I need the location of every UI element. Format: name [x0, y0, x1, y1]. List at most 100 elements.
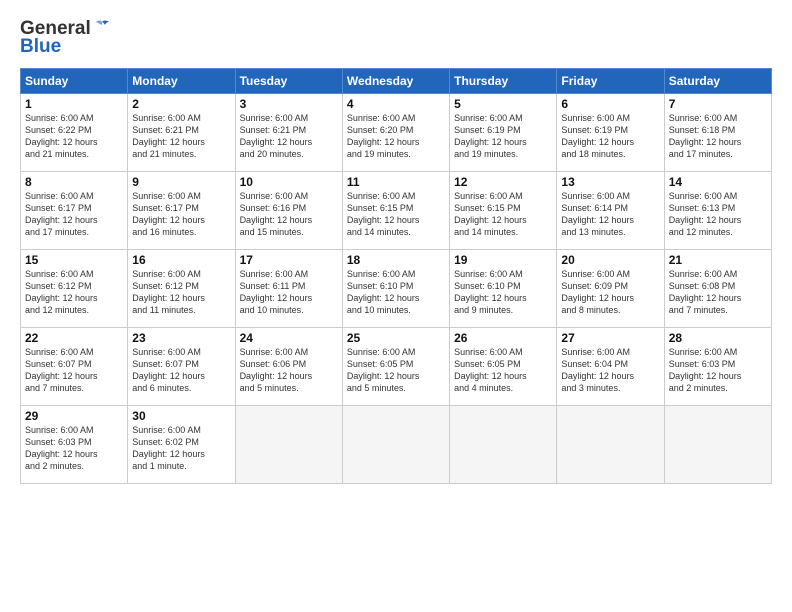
table-row: 7Sunrise: 6:00 AM Sunset: 6:18 PM Daylig… — [664, 94, 771, 172]
table-row: 14Sunrise: 6:00 AM Sunset: 6:13 PM Dayli… — [664, 172, 771, 250]
day-info: Sunrise: 6:00 AM Sunset: 6:15 PM Dayligh… — [347, 190, 445, 239]
table-row — [557, 406, 664, 484]
day-number: 13 — [561, 175, 659, 189]
day-number: 5 — [454, 97, 552, 111]
table-row: 20Sunrise: 6:00 AM Sunset: 6:09 PM Dayli… — [557, 250, 664, 328]
day-info: Sunrise: 6:00 AM Sunset: 6:11 PM Dayligh… — [240, 268, 338, 317]
day-info: Sunrise: 6:00 AM Sunset: 6:19 PM Dayligh… — [561, 112, 659, 161]
logo-bird-icon — [93, 20, 111, 34]
day-number: 21 — [669, 253, 767, 267]
col-wednesday: Wednesday — [342, 69, 449, 94]
day-number: 6 — [561, 97, 659, 111]
day-number: 27 — [561, 331, 659, 345]
table-row: 23Sunrise: 6:00 AM Sunset: 6:07 PM Dayli… — [128, 328, 235, 406]
col-sunday: Sunday — [21, 69, 128, 94]
table-row: 30Sunrise: 6:00 AM Sunset: 6:02 PM Dayli… — [128, 406, 235, 484]
table-row: 27Sunrise: 6:00 AM Sunset: 6:04 PM Dayli… — [557, 328, 664, 406]
table-row — [342, 406, 449, 484]
day-number: 9 — [132, 175, 230, 189]
day-info: Sunrise: 6:00 AM Sunset: 6:10 PM Dayligh… — [454, 268, 552, 317]
day-info: Sunrise: 6:00 AM Sunset: 6:07 PM Dayligh… — [25, 346, 123, 395]
day-info: Sunrise: 6:00 AM Sunset: 6:18 PM Dayligh… — [669, 112, 767, 161]
table-row: 25Sunrise: 6:00 AM Sunset: 6:05 PM Dayli… — [342, 328, 449, 406]
day-number: 23 — [132, 331, 230, 345]
day-number: 1 — [25, 97, 123, 111]
table-row: 2Sunrise: 6:00 AM Sunset: 6:21 PM Daylig… — [128, 94, 235, 172]
day-info: Sunrise: 6:00 AM Sunset: 6:08 PM Dayligh… — [669, 268, 767, 317]
day-number: 17 — [240, 253, 338, 267]
table-row: 28Sunrise: 6:00 AM Sunset: 6:03 PM Dayli… — [664, 328, 771, 406]
day-number: 11 — [347, 175, 445, 189]
table-row: 16Sunrise: 6:00 AM Sunset: 6:12 PM Dayli… — [128, 250, 235, 328]
day-info: Sunrise: 6:00 AM Sunset: 6:05 PM Dayligh… — [454, 346, 552, 395]
day-info: Sunrise: 6:00 AM Sunset: 6:09 PM Dayligh… — [561, 268, 659, 317]
day-number: 30 — [132, 409, 230, 423]
col-tuesday: Tuesday — [235, 69, 342, 94]
table-row: 29Sunrise: 6:00 AM Sunset: 6:03 PM Dayli… — [21, 406, 128, 484]
day-info: Sunrise: 6:00 AM Sunset: 6:07 PM Dayligh… — [132, 346, 230, 395]
day-info: Sunrise: 6:00 AM Sunset: 6:21 PM Dayligh… — [132, 112, 230, 161]
table-row: 18Sunrise: 6:00 AM Sunset: 6:10 PM Dayli… — [342, 250, 449, 328]
table-row: 3Sunrise: 6:00 AM Sunset: 6:21 PM Daylig… — [235, 94, 342, 172]
day-number: 14 — [669, 175, 767, 189]
day-number: 19 — [454, 253, 552, 267]
table-row: 9Sunrise: 6:00 AM Sunset: 6:17 PM Daylig… — [128, 172, 235, 250]
day-number: 10 — [240, 175, 338, 189]
col-monday: Monday — [128, 69, 235, 94]
table-row: 17Sunrise: 6:00 AM Sunset: 6:11 PM Dayli… — [235, 250, 342, 328]
col-friday: Friday — [557, 69, 664, 94]
day-info: Sunrise: 6:00 AM Sunset: 6:04 PM Dayligh… — [561, 346, 659, 395]
day-info: Sunrise: 6:00 AM Sunset: 6:06 PM Dayligh… — [240, 346, 338, 395]
day-number: 8 — [25, 175, 123, 189]
day-number: 7 — [669, 97, 767, 111]
table-row: 24Sunrise: 6:00 AM Sunset: 6:06 PM Dayli… — [235, 328, 342, 406]
calendar-header-row: Sunday Monday Tuesday Wednesday Thursday… — [21, 69, 772, 94]
day-info: Sunrise: 6:00 AM Sunset: 6:20 PM Dayligh… — [347, 112, 445, 161]
day-number: 12 — [454, 175, 552, 189]
logo-blue: Blue — [20, 36, 61, 58]
header: General Blue — [20, 18, 772, 58]
table-row: 22Sunrise: 6:00 AM Sunset: 6:07 PM Dayli… — [21, 328, 128, 406]
day-number: 24 — [240, 331, 338, 345]
day-info: Sunrise: 6:00 AM Sunset: 6:17 PM Dayligh… — [132, 190, 230, 239]
day-info: Sunrise: 6:00 AM Sunset: 6:02 PM Dayligh… — [132, 424, 230, 473]
table-row: 26Sunrise: 6:00 AM Sunset: 6:05 PM Dayli… — [450, 328, 557, 406]
calendar-week-row: 15Sunrise: 6:00 AM Sunset: 6:12 PM Dayli… — [21, 250, 772, 328]
day-info: Sunrise: 6:00 AM Sunset: 6:19 PM Dayligh… — [454, 112, 552, 161]
table-row: 4Sunrise: 6:00 AM Sunset: 6:20 PM Daylig… — [342, 94, 449, 172]
day-info: Sunrise: 6:00 AM Sunset: 6:16 PM Dayligh… — [240, 190, 338, 239]
day-number: 28 — [669, 331, 767, 345]
col-saturday: Saturday — [664, 69, 771, 94]
calendar-week-row: 22Sunrise: 6:00 AM Sunset: 6:07 PM Dayli… — [21, 328, 772, 406]
day-info: Sunrise: 6:00 AM Sunset: 6:22 PM Dayligh… — [25, 112, 123, 161]
table-row: 5Sunrise: 6:00 AM Sunset: 6:19 PM Daylig… — [450, 94, 557, 172]
table-row: 6Sunrise: 6:00 AM Sunset: 6:19 PM Daylig… — [557, 94, 664, 172]
day-number: 3 — [240, 97, 338, 111]
day-number: 29 — [25, 409, 123, 423]
table-row: 19Sunrise: 6:00 AM Sunset: 6:10 PM Dayli… — [450, 250, 557, 328]
table-row: 8Sunrise: 6:00 AM Sunset: 6:17 PM Daylig… — [21, 172, 128, 250]
day-info: Sunrise: 6:00 AM Sunset: 6:03 PM Dayligh… — [669, 346, 767, 395]
logo: General Blue — [20, 18, 111, 58]
day-info: Sunrise: 6:00 AM Sunset: 6:12 PM Dayligh… — [132, 268, 230, 317]
calendar-week-row: 29Sunrise: 6:00 AM Sunset: 6:03 PM Dayli… — [21, 406, 772, 484]
day-number: 18 — [347, 253, 445, 267]
day-number: 4 — [347, 97, 445, 111]
table-row — [664, 406, 771, 484]
day-number: 2 — [132, 97, 230, 111]
table-row: 10Sunrise: 6:00 AM Sunset: 6:16 PM Dayli… — [235, 172, 342, 250]
day-number: 16 — [132, 253, 230, 267]
table-row: 21Sunrise: 6:00 AM Sunset: 6:08 PM Dayli… — [664, 250, 771, 328]
day-info: Sunrise: 6:00 AM Sunset: 6:12 PM Dayligh… — [25, 268, 123, 317]
table-row: 15Sunrise: 6:00 AM Sunset: 6:12 PM Dayli… — [21, 250, 128, 328]
day-number: 26 — [454, 331, 552, 345]
day-info: Sunrise: 6:00 AM Sunset: 6:15 PM Dayligh… — [454, 190, 552, 239]
day-info: Sunrise: 6:00 AM Sunset: 6:17 PM Dayligh… — [25, 190, 123, 239]
table-row: 1Sunrise: 6:00 AM Sunset: 6:22 PM Daylig… — [21, 94, 128, 172]
calendar-week-row: 1Sunrise: 6:00 AM Sunset: 6:22 PM Daylig… — [21, 94, 772, 172]
col-thursday: Thursday — [450, 69, 557, 94]
day-number: 25 — [347, 331, 445, 345]
day-info: Sunrise: 6:00 AM Sunset: 6:05 PM Dayligh… — [347, 346, 445, 395]
calendar-table: Sunday Monday Tuesday Wednesday Thursday… — [20, 68, 772, 484]
day-info: Sunrise: 6:00 AM Sunset: 6:03 PM Dayligh… — [25, 424, 123, 473]
